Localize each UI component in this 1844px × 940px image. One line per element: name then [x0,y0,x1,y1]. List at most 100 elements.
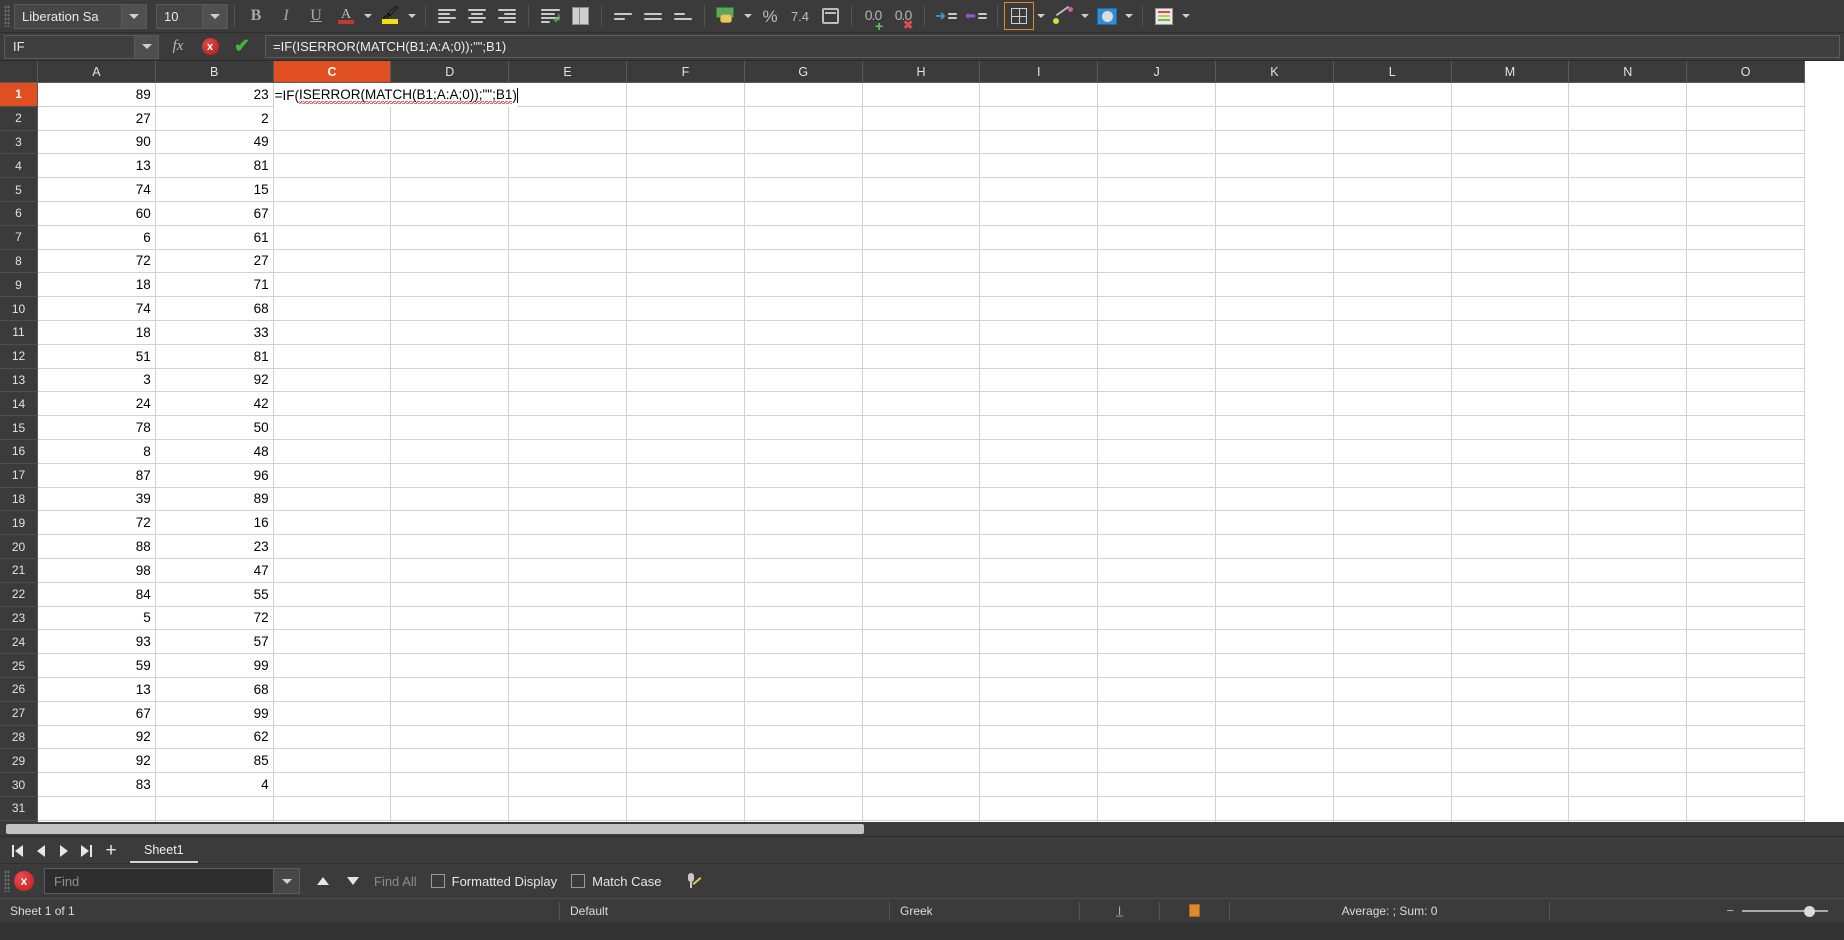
cell-M16[interactable] [1451,439,1570,464]
font-name-dropdown-icon[interactable] [122,3,147,29]
cell-K1[interactable] [1215,83,1334,107]
cell-J6[interactable] [1098,201,1216,226]
cell-C8[interactable] [273,249,392,274]
row-header-21[interactable]: 21 [0,558,38,583]
cell-N21[interactable] [1569,558,1688,583]
cell-M7[interactable] [1451,225,1570,250]
cell-L17[interactable] [1333,463,1452,488]
cell-H13[interactable] [862,368,981,393]
cell-J4[interactable] [1098,154,1216,179]
cell-E24[interactable] [509,630,627,655]
cell-C23[interactable] [273,606,392,631]
status-page-style[interactable]: Default [560,901,890,920]
cell-I17[interactable] [980,463,1099,488]
cell-M17[interactable] [1451,463,1570,488]
cell-B3[interactable]: 49 [155,130,274,155]
cell-E20[interactable] [509,535,627,559]
cell-A2[interactable]: 27 [38,106,156,131]
cell-L29[interactable] [1333,749,1452,774]
cell-O9[interactable] [1687,273,1805,298]
cell-O8[interactable] [1687,249,1805,274]
cell-L1[interactable] [1333,83,1452,107]
cell-N9[interactable] [1569,273,1688,298]
cell-L30[interactable] [1333,773,1452,797]
column-header-j[interactable]: J [1098,61,1216,83]
cell-E21[interactable] [509,558,627,583]
cell-A9[interactable]: 18 [38,273,156,298]
cell-G16[interactable] [744,439,863,464]
cell-J23[interactable] [1098,606,1216,631]
zoom-slider-knob[interactable] [1804,905,1815,917]
cell-H27[interactable] [862,701,981,726]
cell-I11[interactable] [980,320,1099,345]
cell-K27[interactable] [1215,701,1334,726]
cell-F29[interactable] [626,749,745,774]
cell-O30[interactable] [1687,773,1805,797]
row-header-24[interactable]: 24 [0,630,38,655]
cell-L4[interactable] [1333,154,1452,179]
cell-L25[interactable] [1333,654,1452,678]
cell-A10[interactable]: 74 [38,297,156,321]
cell-E28[interactable] [509,725,627,750]
column-header-d[interactable]: D [391,61,510,83]
cell-C28[interactable] [273,725,392,750]
cell-O17[interactable] [1687,463,1805,488]
cell-D18[interactable] [391,487,510,512]
select-all-corner[interactable] [0,61,38,83]
cell-O3[interactable] [1687,130,1805,155]
row-header-14[interactable]: 14 [0,392,38,417]
cell-L9[interactable] [1333,273,1452,298]
cell-J8[interactable] [1098,249,1216,274]
cell-A30[interactable]: 83 [38,773,156,797]
cell-C16[interactable] [273,439,392,464]
cell-M28[interactable] [1451,725,1570,750]
cell-M29[interactable] [1451,749,1570,774]
row-header-28[interactable]: 28 [0,725,38,750]
cell-O25[interactable] [1687,654,1805,678]
cell-H30[interactable] [862,773,981,797]
cell-M12[interactable] [1451,344,1570,369]
cell-H29[interactable] [862,749,981,774]
cell-I16[interactable] [980,439,1099,464]
cell-I4[interactable] [980,154,1099,179]
row-header-22[interactable]: 22 [0,582,38,607]
cell-J3[interactable] [1098,130,1216,155]
row-header-27[interactable]: 27 [0,701,38,726]
close-find-toolbar-icon[interactable]: x [14,871,34,891]
column-header-l[interactable]: L [1333,61,1452,83]
cell-E8[interactable] [509,249,627,274]
cell-D30[interactable] [391,773,510,797]
cell-A20[interactable]: 88 [38,535,156,559]
cell-O13[interactable] [1687,368,1805,393]
cell-C20[interactable] [273,535,392,559]
name-box[interactable]: IF [4,34,135,59]
cell-H24[interactable] [862,630,981,655]
cell-N27[interactable] [1569,701,1688,726]
cell-D8[interactable] [391,249,510,274]
cell-H3[interactable] [862,130,981,155]
cell-F5[interactable] [626,178,745,202]
cell-M18[interactable] [1451,487,1570,512]
cell-D9[interactable] [391,273,510,298]
cell-I10[interactable] [980,297,1099,321]
cell-N4[interactable] [1569,154,1688,179]
cell-K4[interactable] [1215,154,1334,179]
cell-L8[interactable] [1333,249,1452,274]
cell-C31[interactable] [273,796,392,821]
cell-F2[interactable] [626,106,745,131]
row-header-4[interactable]: 4 [0,154,38,179]
cell-L19[interactable] [1333,511,1452,536]
cell-G7[interactable] [744,225,863,250]
cell-O11[interactable] [1687,320,1805,345]
cell-A1[interactable]: 89 [38,83,156,107]
cell-J31[interactable] [1098,796,1216,821]
cell-M1[interactable] [1451,83,1570,107]
cell-G25[interactable] [744,654,863,678]
horizontal-scrollbar[interactable] [0,822,1844,836]
match-case-checkbox[interactable] [571,874,586,888]
cell-J25[interactable] [1098,654,1216,678]
cell-N22[interactable] [1569,582,1688,607]
cell-A26[interactable]: 13 [38,677,156,702]
status-language[interactable]: Greek [890,901,1080,920]
cell-O19[interactable] [1687,511,1805,536]
